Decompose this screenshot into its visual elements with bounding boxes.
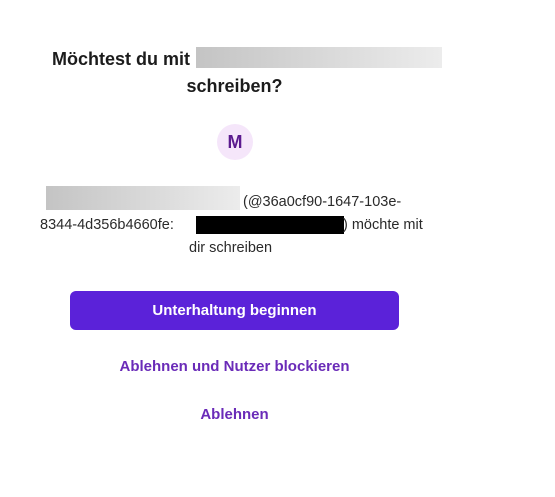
- avatar-initial: M: [227, 131, 243, 152]
- description-line-3: dir schreiben: [189, 240, 273, 256]
- avatar: M: [217, 124, 253, 160]
- description-line-2-start: 8344-4d356b4660fe:: [40, 217, 174, 233]
- redacted-display-name: [46, 186, 240, 210]
- chat-request-dialog: Möchtest du mit schreiben? M (@36a0cf90-…: [0, 0, 555, 497]
- redacted-username: [196, 47, 442, 68]
- decline-and-block-button[interactable]: Ablehnen und Nutzer blockieren: [0, 357, 469, 377]
- redacted-user-id: [196, 216, 344, 234]
- start-conversation-button[interactable]: Unterhaltung beginnen: [70, 291, 399, 330]
- decline-button[interactable]: Ablehnen: [0, 405, 469, 425]
- description-line-2-end: ) möchte mit: [343, 217, 423, 233]
- description-line-1: (@36a0cf90-1647-103e-: [243, 194, 402, 210]
- dialog-title-prefix: Möchtest du mit: [52, 48, 190, 69]
- dialog-title-suffix: schreiben?: [186, 76, 283, 96]
